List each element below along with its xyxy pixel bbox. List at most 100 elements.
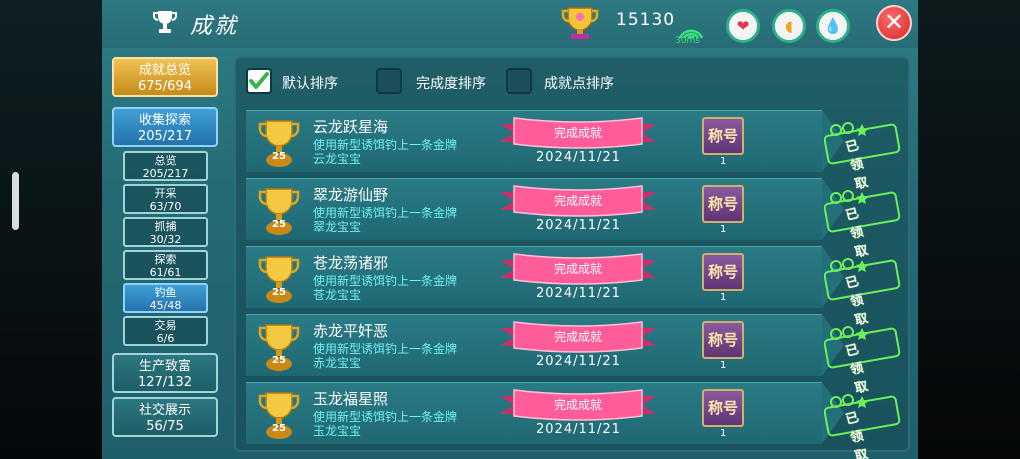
achievement-row: 25 翠龙游仙野 使用新型诱饵钓上一条金牌 翠龙宝宝 完成成就 2024/11/… [246, 178, 901, 261]
sub-item-label: 总览 [154, 154, 177, 167]
sidebar-item-count: 675/694 [137, 79, 192, 94]
heart-icon: ❤ [729, 12, 757, 40]
sidebar-item-production[interactable]: 生产致富 127/132 [112, 353, 218, 393]
achievement-name: 翠龙游仙野 [313, 186, 389, 204]
sidebar-item-collect-explore[interactable]: 收集探索 205/217 [112, 107, 218, 147]
sub-item-count: 61/61 [149, 266, 182, 279]
achievement-name: 苍龙荡诸邪 [313, 254, 389, 272]
description-line: 苍龙宝宝 [313, 288, 362, 302]
achievement-points: 15130 [616, 10, 676, 30]
claimed-stamp [824, 394, 901, 437]
close-button[interactable]: ✕ [876, 5, 912, 41]
description-line: 翠龙宝宝 [313, 220, 362, 234]
muscle-icon: ◖ [775, 12, 803, 40]
reward-count: 1 [720, 428, 727, 439]
medal-points: 25 [272, 423, 286, 434]
sort-points-checkbox[interactable] [506, 68, 532, 94]
title-reward-badge[interactable]: 称号 [702, 117, 744, 155]
reward-count: 1 [720, 292, 727, 303]
completion-date: 2024/11/21 [536, 354, 621, 369]
sidebar-item-count: 56/75 [146, 419, 184, 434]
completion-status: 完成成就 [553, 262, 602, 276]
sort-options: 默认排序 完成度排序 成就点排序 [242, 64, 882, 100]
title-reward-badge[interactable]: 称号 [702, 321, 744, 359]
background-right [918, 0, 1020, 459]
sub-item-count: 205/217 [142, 167, 189, 180]
sidebar-item-label: 成就总览 [138, 63, 191, 78]
sort-completion-label[interactable]: 完成度排序 [416, 73, 486, 93]
sidebar-item-label: 社交展示 [138, 403, 191, 418]
sub-item-count: 45/48 [149, 299, 182, 312]
top-bar: 成就 15130 30ms ❤ ◖ 💧 ✕ [102, 0, 918, 48]
sub-item-fishing[interactable]: 钓鱼 45/48 [123, 283, 208, 313]
completion-date: 2024/11/21 [536, 286, 621, 301]
sub-item-explore[interactable]: 探索 61/61 [123, 250, 208, 280]
claimed-stamp [824, 258, 901, 301]
completion-date: 2024/11/21 [536, 150, 621, 165]
completion-date: 2024/11/21 [536, 218, 621, 233]
achievement-row: 25 玉龙福星照 使用新型诱饵钓上一条金牌 玉龙宝宝 完成成就 2024/11/… [246, 382, 901, 459]
water-button[interactable]: 💧 [816, 9, 850, 43]
trophy-icon [153, 11, 177, 33]
achievement-description: 使用新型诱饵钓上一条金牌 苍龙宝宝 [313, 274, 457, 302]
page-title: 成就 [190, 14, 239, 39]
sidebar-item-social[interactable]: 社交展示 56/75 [112, 397, 218, 437]
checkmark-icon [249, 72, 269, 89]
sub-item-count: 30/32 [149, 233, 182, 246]
claimed-stamp [824, 122, 901, 165]
sub-item-capture[interactable]: 抓捕 30/32 [123, 217, 208, 247]
sidebar-item-overview[interactable]: 成就总览 675/694 [112, 57, 218, 97]
description-line: 使用新型诱饵钓上一条金牌 [313, 206, 458, 220]
heart-button[interactable]: ❤ [726, 9, 760, 43]
sidebar-item-label: 收集探索 [138, 113, 191, 128]
achievement-description: 使用新型诱饵钓上一条金牌 玉龙宝宝 [313, 410, 457, 438]
description-line: 使用新型诱饵钓上一条金牌 [313, 274, 458, 288]
sub-item-trade[interactable]: 交易 6/6 [123, 316, 208, 346]
sub-item-overview[interactable]: 总览 205/217 [123, 151, 208, 181]
category-sidebar: 成就总览 675/694 收集探索 205/217 总览 205/217 开采 … [110, 55, 222, 459]
achievement-row: 25 苍龙荡诸邪 使用新型诱饵钓上一条金牌 苍龙宝宝 完成成就 2024/11/… [246, 246, 901, 329]
sub-item-label: 抓捕 [154, 220, 177, 233]
sub-item-mining[interactable]: 开采 63/70 [123, 184, 208, 214]
water-drop-icon: 💧 [819, 12, 847, 40]
title-reward-badge[interactable]: 称号 [702, 389, 744, 427]
sub-item-label: 探索 [154, 253, 177, 266]
achievement-window: 成就 15130 30ms ❤ ◖ 💧 ✕ 成就总览 675/694 收集探索 … [102, 0, 918, 459]
title-reward-badge[interactable]: 称号 [702, 185, 744, 223]
sidebar-item-label: 生产致富 [138, 359, 191, 374]
achievement-row: 25 云龙跃星海 使用新型诱饵钓上一条金牌 云龙宝宝 完成成就 2024/11/… [246, 110, 901, 193]
medal-points: 25 [272, 287, 286, 298]
sort-default-label[interactable]: 默认排序 [282, 73, 338, 93]
completion-status: 完成成就 [553, 126, 602, 140]
sort-completion-checkbox[interactable] [376, 68, 402, 94]
claimed-stamp [824, 190, 901, 233]
strength-button[interactable]: ◖ [772, 9, 806, 43]
completion-status: 完成成就 [553, 330, 602, 344]
reward-count: 1 [720, 156, 727, 167]
description-line: 使用新型诱饵钓上一条金牌 [313, 138, 458, 152]
description-line: 使用新型诱饵钓上一条金牌 [313, 410, 458, 424]
sub-item-label: 交易 [154, 319, 177, 332]
medal-points: 25 [272, 151, 286, 162]
edge-scroll-handle[interactable] [12, 172, 19, 230]
sub-item-label: 开采 [154, 187, 177, 200]
completion-status: 完成成就 [553, 398, 602, 412]
completion-date: 2024/11/21 [536, 422, 621, 437]
reward-count: 1 [720, 224, 727, 235]
claimed-stamp [824, 326, 901, 369]
achievement-description: 使用新型诱饵钓上一条金牌 赤龙宝宝 [313, 342, 457, 370]
description-line: 云龙宝宝 [313, 152, 362, 166]
sort-points-label[interactable]: 成就点排序 [544, 73, 614, 93]
sub-item-count: 6/6 [156, 332, 175, 345]
description-line: 赤龙宝宝 [313, 356, 362, 370]
achievement-name: 云龙跃星海 [313, 118, 389, 136]
achievement-row: 25 赤龙平奸恶 使用新型诱饵钓上一条金牌 赤龙宝宝 完成成就 2024/11/… [246, 314, 901, 397]
description-line: 使用新型诱饵钓上一条金牌 [313, 342, 458, 356]
sort-default-checkbox[interactable] [246, 68, 272, 94]
sub-item-count: 63/70 [149, 200, 182, 213]
title-reward-badge[interactable]: 称号 [702, 253, 744, 291]
sub-item-label: 钓鱼 [154, 286, 177, 299]
completion-status: 完成成就 [553, 194, 602, 208]
description-line: 玉龙宝宝 [313, 424, 362, 438]
sidebar-item-count: 127/132 [137, 375, 192, 390]
